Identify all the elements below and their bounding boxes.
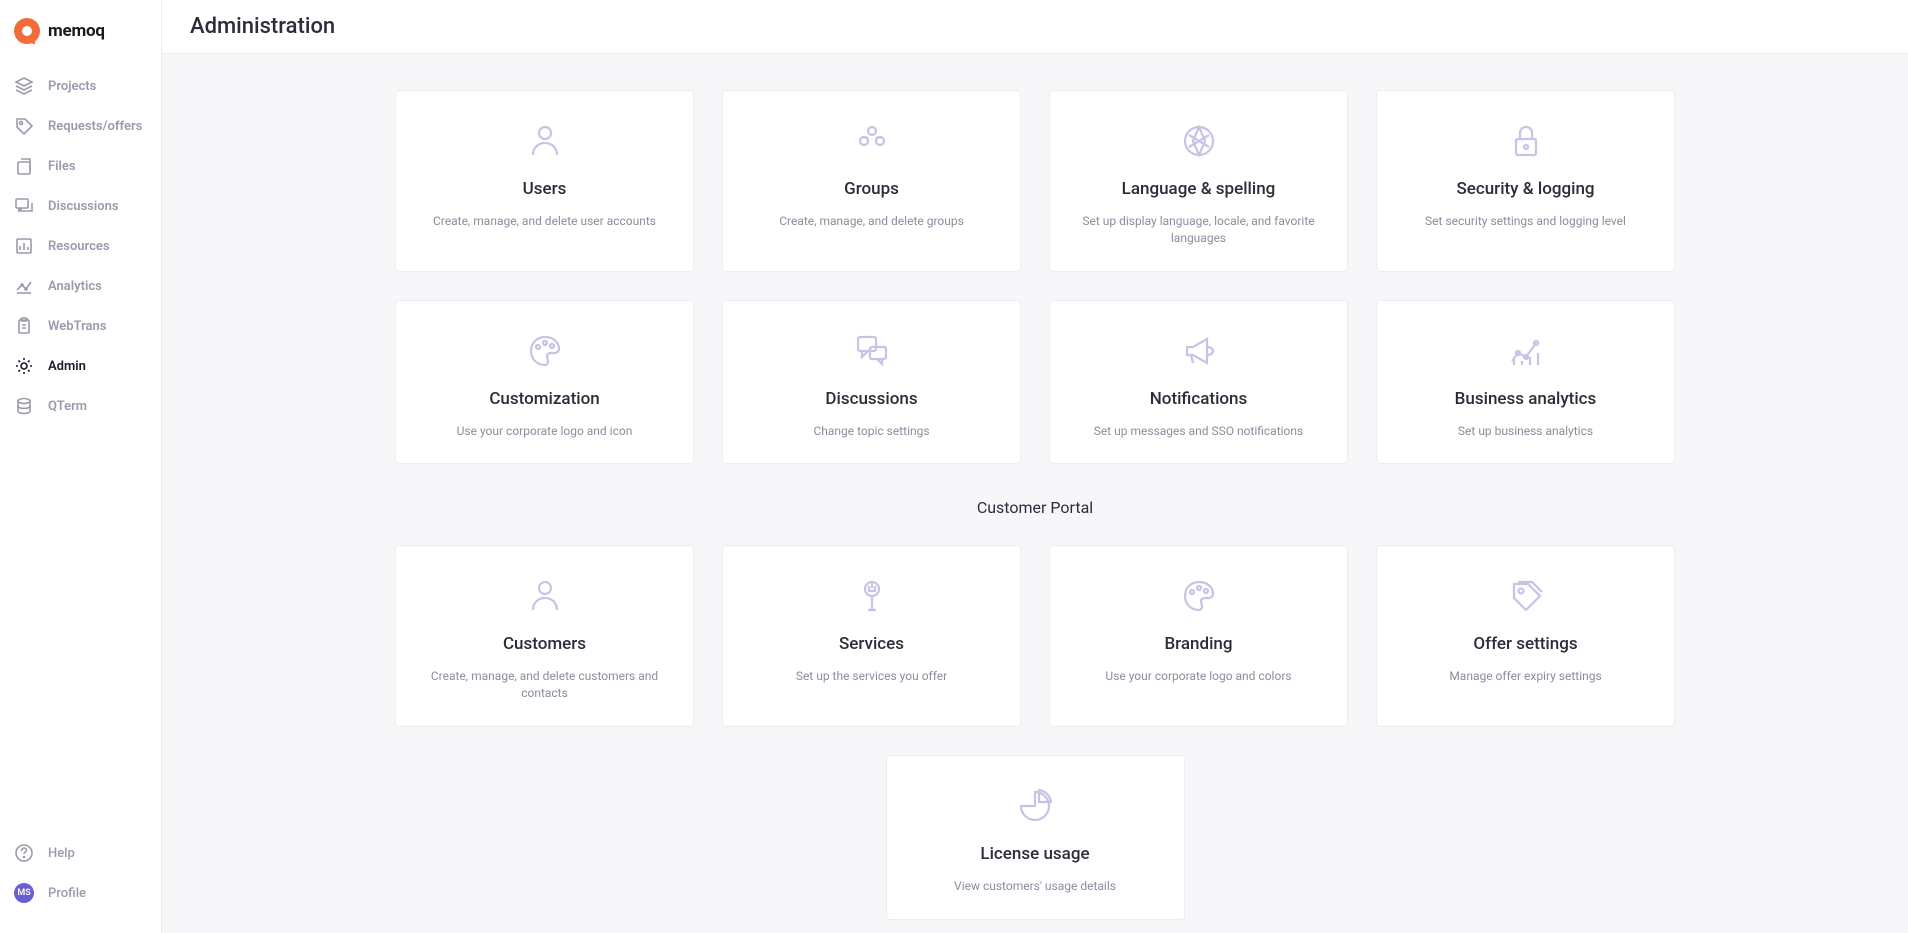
clipboard-icon (14, 316, 34, 336)
chat-icon (14, 196, 34, 216)
content-area: Users Create, manage, and delete user acc… (162, 54, 1908, 933)
sidebar-item-qterm[interactable]: QTerm (0, 386, 161, 426)
card-title: Branding (1164, 634, 1232, 654)
header: Administration (162, 0, 1908, 54)
card-description: Use your corporate logo and icon (457, 423, 633, 440)
trend-icon (14, 276, 34, 296)
brand-mark-icon (14, 18, 40, 44)
card-title: Customers (503, 634, 586, 654)
gear-icon (14, 356, 34, 376)
sidebar-item-analytics[interactable]: Analytics (0, 266, 161, 306)
lock-icon (1504, 119, 1548, 163)
sidebar-item-label: Resources (48, 239, 110, 254)
card-title: Groups (844, 179, 899, 199)
admin-card-discussions[interactable]: Discussions Change topic settings (722, 300, 1021, 465)
chart-icon (14, 236, 34, 256)
card-title: Offer settings (1473, 634, 1577, 654)
tags-icon (1504, 574, 1548, 618)
card-description: Create, manage, and delete user accounts (433, 213, 656, 230)
card-description: Set up business analytics (1458, 423, 1593, 440)
card-title: Services (839, 634, 904, 654)
admin-card-customization[interactable]: Customization Use your corporate logo and… (395, 300, 694, 465)
card-title: Language & spelling (1122, 179, 1276, 199)
sidebar-item-label: Requests/offers (48, 119, 142, 134)
user-icon (523, 574, 567, 618)
sidebar-item-label: QTerm (48, 399, 87, 414)
admin-card-notifications[interactable]: Notifications Set up messages and SSO not… (1049, 300, 1348, 465)
brand-name: memoq (48, 21, 105, 41)
megaphone-icon (1177, 329, 1221, 373)
sidebar-item-label: Discussions (48, 199, 119, 214)
card-description: Set up display language, locale, and fav… (1070, 213, 1327, 247)
sidebar-item-profile[interactable]: MS Profile (0, 873, 161, 913)
sidebar-item-label: Projects (48, 79, 96, 94)
avatar: MS (14, 883, 34, 903)
card-title: Discussions (825, 389, 917, 409)
tag-icon (14, 116, 34, 136)
admin-card-biz-analytics[interactable]: Business analytics Set up business analyt… (1376, 300, 1675, 465)
admin-card-customers[interactable]: Customers Create, manage, and delete cust… (395, 545, 694, 727)
page-title: Administration (190, 14, 1880, 39)
card-description: Create, manage, and delete groups (779, 213, 964, 230)
card-title: Security & logging (1456, 179, 1594, 199)
card-description: Use your corporate logo and colors (1105, 668, 1291, 685)
sidebar-bottom: Help MS Profile (0, 833, 161, 921)
sidebar: memoq Projects Requests/offers Files Discus… (0, 0, 162, 933)
card-grid: Users Create, manage, and delete user acc… (395, 90, 1675, 464)
sidebar-item-files[interactable]: Files (0, 146, 161, 186)
section-title: Customer Portal (395, 498, 1675, 517)
layers-icon (14, 76, 34, 96)
card-description: Set up the services you offer (796, 668, 947, 685)
admin-card-services[interactable]: Services Set up the services you offer (722, 545, 1021, 727)
admin-card-groups[interactable]: Groups Create, manage, and delete groups (722, 90, 1021, 272)
card-description: Set security settings and logging level (1425, 213, 1626, 230)
analytics-icon (1504, 329, 1548, 373)
sidebar-item-label: Admin (48, 359, 86, 374)
card-description: Set up messages and SSO notifications (1094, 423, 1303, 440)
card-description: Manage offer expiry settings (1449, 668, 1601, 685)
brand-logo[interactable]: memoq (0, 12, 161, 60)
sidebar-item-discussions[interactable]: Discussions (0, 186, 161, 226)
sidebar-item-label: Help (48, 846, 75, 861)
card-description: Create, manage, and delete customers and… (416, 668, 673, 702)
admin-card-security[interactable]: Security & logging Set security settings … (1376, 90, 1675, 272)
admin-card-license[interactable]: License usage View customers' usage detai… (886, 755, 1185, 920)
card-title: License usage (980, 844, 1089, 864)
group-icon (850, 119, 894, 163)
card-title: Customization (489, 389, 599, 409)
sidebar-item-help[interactable]: Help (0, 833, 161, 873)
card-description: Change topic settings (813, 423, 929, 440)
database-icon (14, 396, 34, 416)
main: Administration Users Create, manage, and … (162, 0, 1908, 933)
palette-icon (523, 329, 567, 373)
sidebar-item-resources[interactable]: Resources (0, 226, 161, 266)
user-icon (523, 119, 567, 163)
sidebar-item-label: Analytics (48, 279, 102, 294)
card-grid: License usage View customers' usage detai… (395, 755, 1675, 920)
sidebar-item-webtrans[interactable]: WebTrans (0, 306, 161, 346)
admin-card-users[interactable]: Users Create, manage, and delete user acc… (395, 90, 694, 272)
admin-card-branding[interactable]: Branding Use your corporate logo and colo… (1049, 545, 1348, 727)
pie-icon (1013, 784, 1057, 828)
card-title: Users (523, 179, 567, 199)
sidebar-item-projects[interactable]: Projects (0, 66, 161, 106)
card-title: Business analytics (1455, 389, 1597, 409)
card-grid: Customers Create, manage, and delete cust… (395, 545, 1675, 727)
card-description: View customers' usage details (954, 878, 1116, 895)
sidebar-item-label: Files (48, 159, 76, 174)
discuss-icon (850, 329, 894, 373)
sidebar-item-label: WebTrans (48, 319, 106, 334)
globe-icon (1177, 119, 1221, 163)
sidebar-item-admin[interactable]: Admin (0, 346, 161, 386)
admin-card-language[interactable]: Language & spelling Set up display langua… (1049, 90, 1348, 272)
palette-icon (1177, 574, 1221, 618)
card-title: Notifications (1150, 389, 1248, 409)
sidebar-nav: Projects Requests/offers Files Discussions R… (0, 60, 161, 833)
sidebar-item-requests[interactable]: Requests/offers (0, 106, 161, 146)
help-icon (14, 843, 34, 863)
files-icon (14, 156, 34, 176)
admin-card-offer-settings[interactable]: Offer settings Manage offer expiry settin… (1376, 545, 1675, 727)
sidebar-item-label: Profile (48, 886, 86, 901)
wrench-icon (850, 574, 894, 618)
